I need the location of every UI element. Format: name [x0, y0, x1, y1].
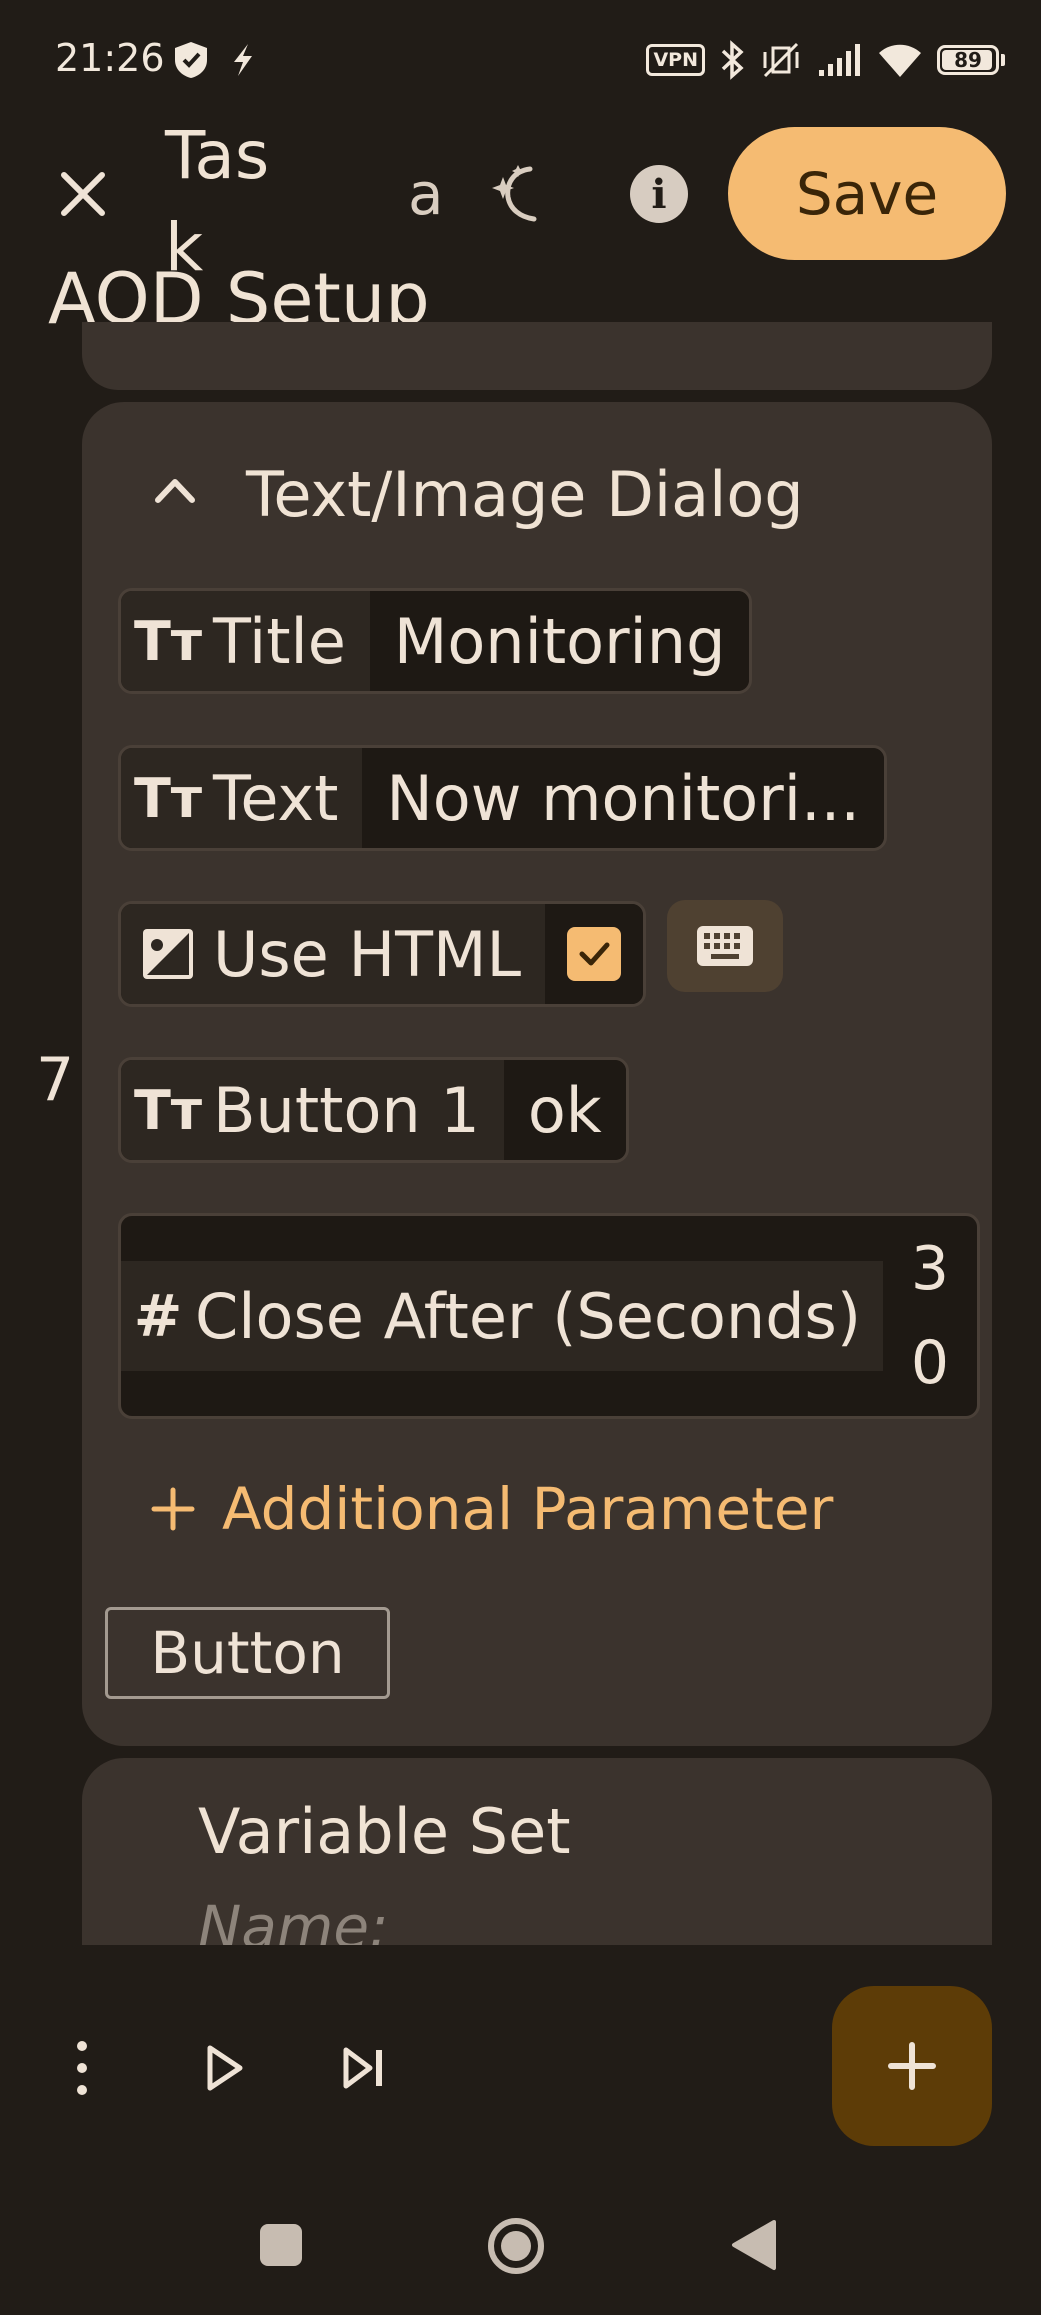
add-action-button[interactable] [832, 1986, 992, 2146]
bluetooth-icon [719, 40, 745, 80]
param-close-after-value[interactable]: 3 0 [883, 1216, 977, 1416]
text-type-icon: Tт [133, 766, 203, 830]
plus-icon [150, 1486, 196, 1532]
vpn-badge: VPN [646, 44, 705, 76]
param-title[interactable]: Tт Title Monitoring [118, 588, 753, 694]
shield-icon [172, 40, 210, 80]
param-close-after-value-line1: 3 [910, 1234, 950, 1304]
keyboard-icon[interactable] [667, 900, 783, 992]
param-text-label: Text [213, 761, 339, 835]
additional-parameter-button[interactable]: Additional Parameter [150, 1475, 833, 1543]
battery-level: 89 [954, 48, 982, 72]
nav-back-icon[interactable] [730, 2218, 778, 2272]
param-use-html-label: Use HTML [213, 917, 522, 991]
status-icons: VPN 89 [646, 36, 1005, 84]
wifi-icon [877, 41, 923, 79]
param-text-value[interactable]: Now monitori... [362, 748, 885, 848]
status-time: 21:26 [55, 36, 165, 80]
text-type-icon: Tт [133, 1078, 203, 1142]
signal-icon [817, 42, 863, 78]
play-icon[interactable] [204, 2044, 244, 2092]
variable-set-title: Variable Set [198, 1795, 571, 1868]
param-title-value[interactable]: Monitoring [369, 591, 750, 691]
button-button[interactable]: Button [105, 1607, 390, 1699]
info-icon[interactable]: i [630, 165, 688, 223]
skip-next-icon[interactable] [342, 2046, 386, 2090]
flash-icon [230, 42, 256, 78]
hash-icon: # [133, 1282, 183, 1350]
param-close-after-value-line2: 0 [910, 1328, 950, 1398]
action-title[interactable]: Text/Image Dialog [246, 458, 804, 531]
battery-indicator: 89 [937, 45, 1005, 75]
param-button1-value[interactable]: ok [503, 1060, 626, 1160]
checkbox-icon[interactable] [567, 927, 622, 981]
mute-vibrate-icon [759, 40, 803, 80]
add-icon [887, 2041, 937, 2091]
nav-recents-icon[interactable] [258, 2222, 304, 2268]
save-button[interactable]: Save [728, 127, 1006, 260]
param-button1-label: Button 1 [213, 1073, 480, 1147]
more-vert-icon[interactable] [70, 2040, 94, 2096]
param-title-label: Title [213, 604, 346, 678]
param-close-after[interactable]: # Close After (Seconds) 3 0 [118, 1213, 980, 1419]
nav-home-icon[interactable] [486, 2216, 546, 2276]
action-index: 7 [36, 1045, 75, 1115]
param-text[interactable]: Tт Text Now monitori... [118, 745, 888, 851]
param-button1[interactable]: Tт Button 1 ok [118, 1057, 629, 1163]
param-use-html[interactable]: Use HTML [118, 901, 647, 1007]
close-icon[interactable] [54, 165, 112, 223]
additional-parameter-label: Additional Parameter [222, 1475, 834, 1543]
letter-a-glyph: a [408, 160, 444, 228]
chevron-up-icon[interactable] [152, 472, 198, 508]
previous-action-card [82, 322, 992, 390]
image-icon [135, 927, 201, 981]
param-close-after-label: Close After (Seconds) [195, 1279, 862, 1353]
magic-moon-icon[interactable] [490, 163, 548, 225]
text-type-icon: Tт [133, 609, 203, 673]
